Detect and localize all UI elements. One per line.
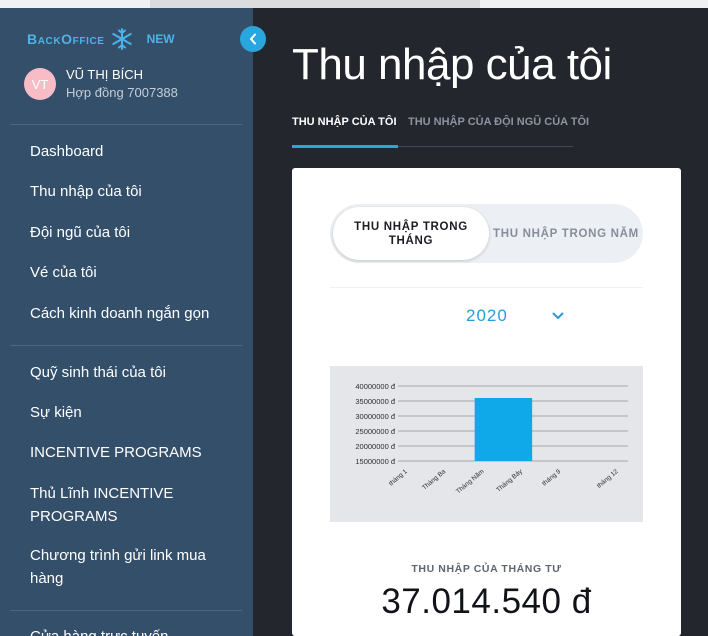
tab-my-income[interactable]: THU NHẬP CỦA TÔI [292,116,397,128]
browser-top-strip [0,0,708,8]
y-tick-label: 40000000 đ [355,382,395,391]
x-tick-label: Tháng Ba [421,468,447,492]
sidebar-item-my-income[interactable]: Thu nhập của tôi [30,180,240,203]
snowflake-icon [111,28,132,50]
sidebar-item-my-tickets[interactable]: Vé của tôi [30,261,240,284]
year-select[interactable]: 2020 [330,298,643,334]
chevron-left-icon [250,33,256,45]
y-tick-label: 20000000 đ [355,442,395,451]
x-tick-label: Tháng Năm [455,468,486,495]
sidebar-item-events[interactable]: Sự kiện [30,401,240,424]
toggle-monthly-income[interactable]: THU NHẬP TRONG THÁNG [333,207,489,260]
selected-month-label: THU NHẬP CỦA THÁNG TƯ [411,563,562,575]
user-contract: Hợp đồng 7007388 [66,85,178,100]
chart-svg: 40000000 đ 35000000 đ 30000000 đ 25000000 đ… [355,382,628,495]
year-value: 2020 [466,306,508,325]
new-badge: NEW [146,32,175,46]
toggle-yearly-income[interactable]: THU NHẬP TRONG NĂM [490,207,642,260]
y-tick-label: 15000000 đ [355,457,395,466]
sidebar-item-business-guide[interactable]: Cách kinh doanh ngắn gọn [30,302,240,325]
income-card: THU NHẬP TRONG THÁNG THU NHẬP TRONG NĂM … [292,168,681,636]
card-divider [330,287,643,288]
y-tick-label: 30000000 đ [355,412,395,421]
income-period-toggle: THU NHẬP TRONG THÁNG THU NHẬP TRONG NĂM [330,204,643,263]
monthly-income-chart: 40000000 đ 35000000 đ 30000000 đ 25000000 đ… [330,366,643,522]
page-title: Thu nhập của tôi [292,40,612,89]
tab-team-income[interactable]: THU NHẬP CỦA ĐỘI NGŨ CỦA TÔI [408,116,589,128]
sidebar-item-dashboard[interactable]: Dashboard [30,140,240,163]
selected-month-value: 37.014.540 đ [381,582,592,621]
collapse-sidebar-button[interactable] [240,26,266,52]
user-name: VŨ THỊ BÍCH [66,67,144,82]
brand-logo[interactable]: BackOffice NEW [27,28,175,50]
sidebar-item-leader-incentive[interactable]: Thủ Lĩnh INCENTIVE PROGRAMS [30,482,240,528]
user-profile[interactable]: VT VŨ THỊ BÍCH Hợp đồng 7007388 [24,66,178,102]
y-tick-label: 25000000 đ [355,427,395,436]
sidebar-item-eco-fund[interactable]: Quỹ sinh thái của tôi [30,361,240,384]
x-tick-label: Tháng Bảy [495,468,524,494]
y-tick-label: 35000000 đ [355,397,395,406]
sidebar-item-incentive-programs[interactable]: INCENTIVE PROGRAMS [30,441,240,464]
brand-name: BackOffice [27,31,105,47]
sidebar-item-purchase-link[interactable]: Chương trình gửi link mua hàng [30,544,240,590]
chevron-down-icon [552,312,564,319]
x-tick-label: tháng 12 [596,468,620,490]
active-tab-indicator [292,145,398,148]
sidebar-item-my-team[interactable]: Đội ngũ của tôi [30,221,240,244]
sidebar-item-online-store[interactable]: Cửa hàng trực tuyến [30,625,240,636]
top-strip-segment [150,0,480,8]
avatar: VT [24,68,56,100]
sidebar-divider [10,124,242,125]
sidebar-divider [10,610,242,611]
x-tick-label: tháng 1 [388,468,409,488]
income-bar [474,398,533,461]
sidebar-divider [10,345,242,346]
x-tick-label: tháng 9 [541,468,562,488]
sidebar: BackOffice NEW VT VŨ THỊ BÍCH Hợp đồng 7… [0,8,253,636]
